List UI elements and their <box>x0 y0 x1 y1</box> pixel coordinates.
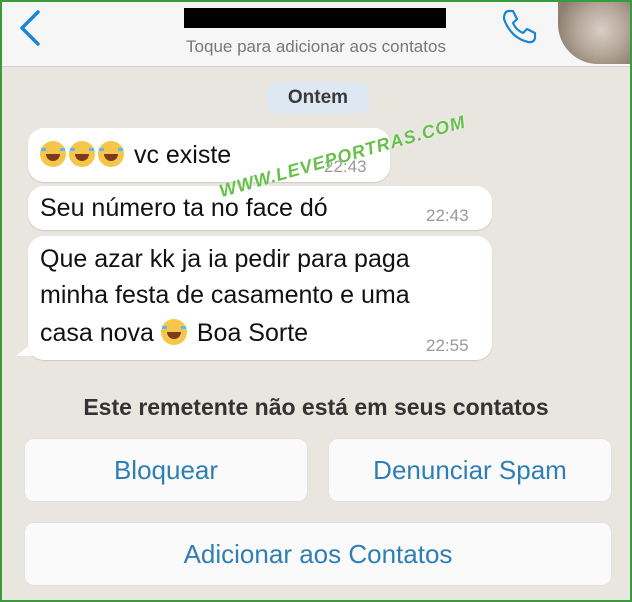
message-text-body: vc existe <box>133 141 232 169</box>
redacted-contact-name <box>184 8 446 28</box>
chat-header: Toque para adicionar aos contatos <box>2 2 630 67</box>
message-text-line: minha festa de casamento e uma <box>40 281 410 309</box>
crying-laughing-emoji-icon <box>40 141 66 167</box>
message-text: Seu número ta no face dó <box>40 194 328 222</box>
day-separator: Ontem <box>266 82 370 114</box>
chat-window: Toque para adicionar aos contatos Ontem … <box>0 0 632 602</box>
message-text-fragment: casa nova <box>40 319 154 347</box>
phone-icon[interactable] <box>499 6 539 46</box>
add-to-contacts-button[interactable]: Adicionar aos Contatos <box>24 522 612 586</box>
message-text-fragment: Boa Sorte <box>196 319 309 347</box>
block-button[interactable]: Bloquear <box>24 438 308 502</box>
message-time: 22:55 <box>426 336 469 355</box>
message-text: vc existe <box>40 136 231 174</box>
report-spam-button[interactable]: Denunciar Spam <box>328 438 612 502</box>
message-text-line: Que azar kk ja ia pedir para paga <box>40 245 410 273</box>
crying-laughing-emoji-icon <box>160 319 187 345</box>
crying-laughing-emoji-icon <box>98 141 124 167</box>
unknown-sender-notice: Este remetente não está em seus contatos <box>83 394 549 420</box>
message-bubble[interactable]: Que azar kk ja ia pedir para paga minha … <box>28 236 492 360</box>
message-text-line: casa nova Boa Sorte <box>40 314 308 352</box>
crying-laughing-emoji-icon <box>69 141 95 167</box>
message-time: 22:43 <box>426 206 469 225</box>
